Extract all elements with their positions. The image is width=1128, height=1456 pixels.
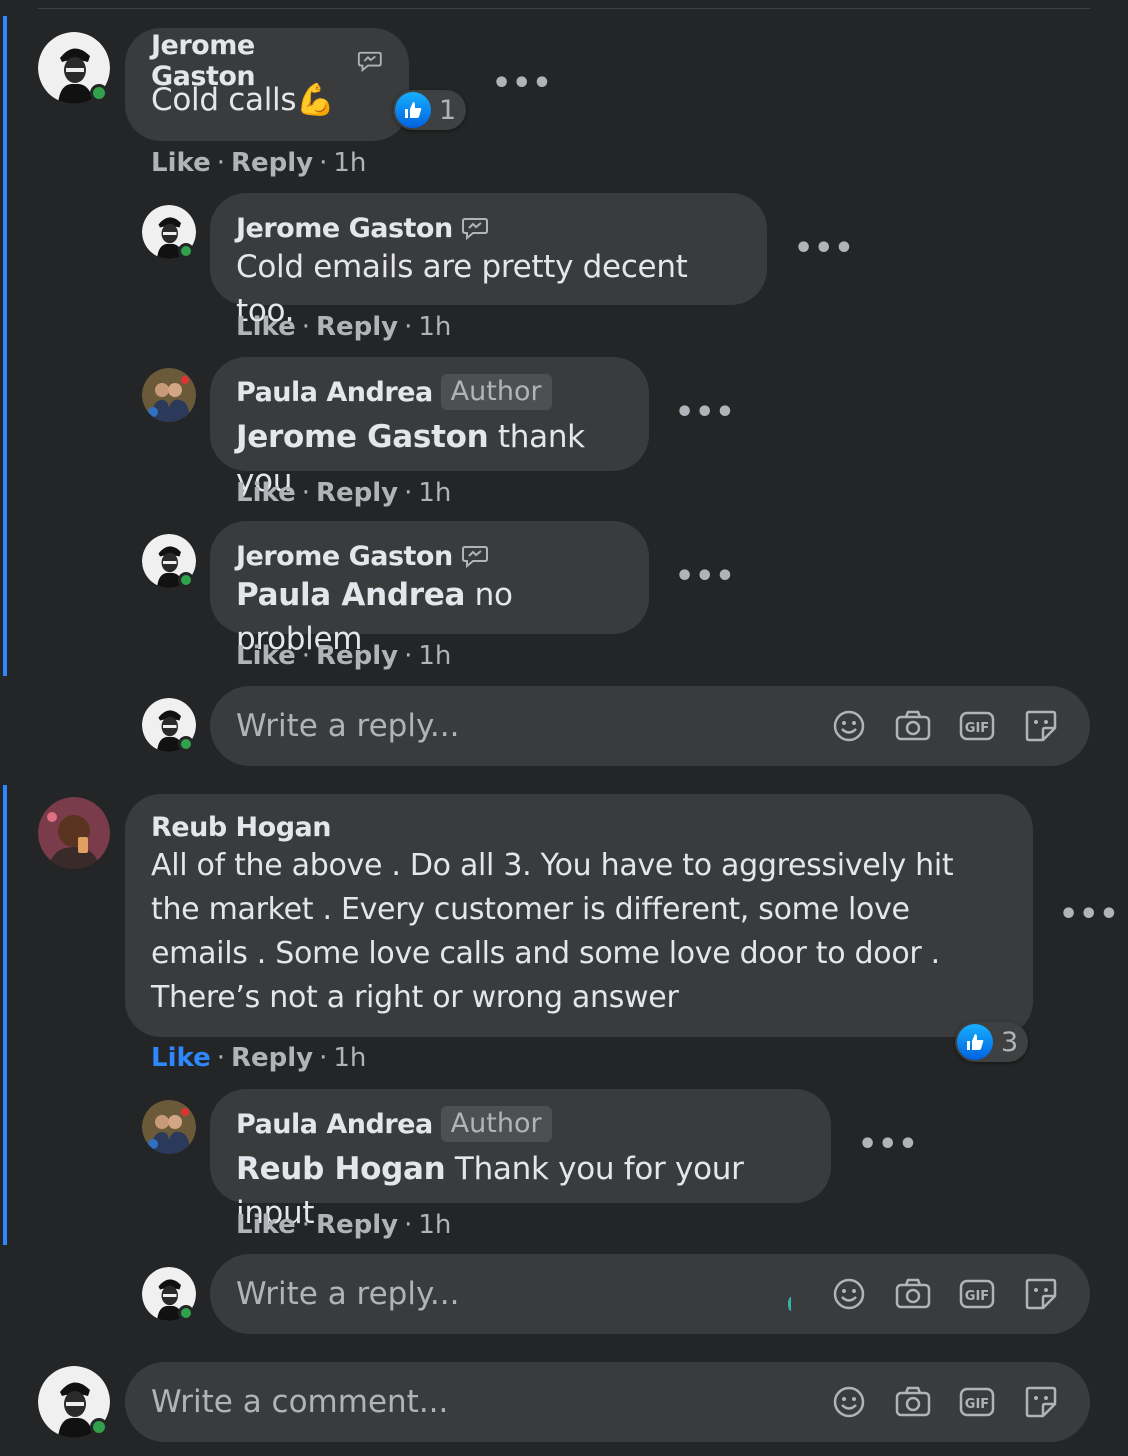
camera-icon[interactable] <box>894 1383 932 1421</box>
like-button[interactable]: Like <box>151 1043 211 1073</box>
reply-composer: GIF <box>210 1254 1090 1334</box>
sticker-icon[interactable] <box>1022 707 1060 745</box>
more-options-icon[interactable]: ••• <box>492 66 553 101</box>
reply-input[interactable] <box>236 708 830 744</box>
messenger-chat-icon <box>358 51 383 73</box>
sticker-icon[interactable] <box>1022 1383 1060 1421</box>
comment-input[interactable] <box>151 1384 830 1420</box>
reply-input[interactable] <box>236 1276 830 1312</box>
loading-spinner-icon <box>788 1297 794 1311</box>
messenger-chat-icon <box>461 546 488 568</box>
author-badge: Author <box>440 374 552 410</box>
mention-link[interactable]: Jerome Gaston <box>236 419 489 455</box>
camera-icon[interactable] <box>894 707 932 745</box>
reply-bubble: Jerome Gaston Paula Andrea no problem <box>210 521 649 657</box>
gif-icon[interactable]: GIF <box>958 1383 996 1421</box>
reply-composer: GIF <box>210 686 1090 766</box>
like-button[interactable]: Like <box>236 478 296 508</box>
reply-bubble: Paula Andrea Author Reub Hogan Thank you… <box>210 1089 831 1231</box>
reaction-count[interactable]: 3 <box>955 1022 1029 1062</box>
reply-button[interactable]: Reply <box>316 478 398 508</box>
comment-author[interactable]: Jerome Gaston <box>236 213 453 244</box>
online-status-icon <box>178 572 194 588</box>
timestamp[interactable]: 1h <box>333 148 366 178</box>
more-options-icon[interactable]: ••• <box>1059 897 1120 932</box>
svg-text:GIF: GIF <box>965 1289 989 1304</box>
reply-button[interactable]: Reply <box>231 148 313 178</box>
comment-bubble: Jerome Gaston Cold calls💪 <box>125 28 409 141</box>
like-button[interactable]: Like <box>151 148 211 178</box>
timestamp[interactable]: 1h <box>418 478 451 508</box>
timestamp[interactable]: 1h <box>418 641 451 671</box>
avatar-jerome-gaston[interactable] <box>142 534 196 588</box>
comment-actions: Like · Reply · 1h <box>236 478 452 508</box>
author-badge: Author <box>440 1106 552 1142</box>
comment-author[interactable]: Reub Hogan <box>151 812 331 843</box>
comment-bubble: Reub Hogan All of the above . Do all 3. … <box>125 794 1033 1037</box>
top-divider <box>38 8 1090 9</box>
gif-icon[interactable]: GIF <box>958 1275 996 1313</box>
avatar-current-user <box>142 1267 196 1321</box>
timestamp[interactable]: 1h <box>418 312 451 342</box>
avatar-paula-andrea[interactable] <box>142 368 196 422</box>
sticker-icon[interactable] <box>1022 1275 1060 1313</box>
online-status-icon <box>178 736 194 752</box>
gif-icon[interactable]: GIF <box>958 707 996 745</box>
flexed-biceps-emoji: 💪 <box>296 82 335 118</box>
more-options-icon[interactable]: ••• <box>675 395 736 430</box>
timestamp[interactable]: 1h <box>333 1043 366 1073</box>
emoji-icon[interactable] <box>830 1275 868 1313</box>
more-options-icon[interactable]: ••• <box>858 1127 919 1162</box>
comment-author[interactable]: Jerome Gaston <box>236 541 453 572</box>
more-options-icon[interactable]: ••• <box>794 231 855 266</box>
avatar-jerome-gaston[interactable] <box>142 205 196 259</box>
comment-author[interactable]: Paula Andrea <box>236 1109 433 1140</box>
comment-actions: Like · Reply · 1h <box>236 1210 452 1240</box>
online-status-icon <box>90 1418 108 1436</box>
camera-icon[interactable] <box>894 1275 932 1313</box>
avatar-reub-hogan[interactable] <box>38 797 110 869</box>
avatar-current-user <box>142 698 196 752</box>
more-options-icon[interactable]: ••• <box>675 559 736 594</box>
reply-button[interactable]: Reply <box>316 1210 398 1240</box>
mention-link[interactable]: Reub Hogan <box>236 1151 446 1187</box>
reply-button[interactable]: Reply <box>316 312 398 342</box>
reply-button[interactable]: Reply <box>231 1043 313 1073</box>
svg-text:GIF: GIF <box>965 1397 989 1412</box>
avatar-jerome-gaston[interactable] <box>38 32 110 104</box>
comment-actions: Like · Reply · 1h <box>236 312 452 342</box>
avatar-paula-andrea[interactable] <box>142 1100 196 1154</box>
svg-text:GIF: GIF <box>965 721 989 736</box>
emoji-icon[interactable] <box>830 707 868 745</box>
reply-bubble: Paula Andrea Author Jerome Gaston thank … <box>210 357 649 499</box>
reaction-count[interactable]: 1 <box>393 90 467 130</box>
online-status-icon <box>90 84 108 102</box>
comment-author[interactable]: Paula Andrea <box>236 377 433 408</box>
thread-line <box>3 16 7 676</box>
like-button[interactable]: Like <box>236 312 296 342</box>
comment-composer: GIF <box>125 1362 1090 1442</box>
like-thumb-icon <box>395 92 431 128</box>
like-button[interactable]: Like <box>236 641 296 671</box>
comment-actions: Like · Reply · 1h <box>151 1043 367 1073</box>
avatar-current-user <box>38 1366 110 1438</box>
messenger-chat-icon <box>461 218 488 240</box>
mention-link[interactable]: Paula Andrea <box>236 577 465 613</box>
reply-bubble: Jerome Gaston Cold emails are pretty dec… <box>210 193 767 329</box>
like-button[interactable]: Like <box>236 1210 296 1240</box>
comment-actions: Like · Reply · 1h <box>236 641 452 671</box>
thread-line <box>3 785 7 1245</box>
reply-button[interactable]: Reply <box>316 641 398 671</box>
timestamp[interactable]: 1h <box>418 1210 451 1240</box>
online-status-icon <box>178 1305 194 1321</box>
comment-text: All of the above . Do all 3. You have to… <box>151 848 954 1015</box>
emoji-icon[interactable] <box>830 1383 868 1421</box>
like-thumb-icon <box>957 1024 993 1060</box>
comment-actions: Like · Reply · 1h <box>151 148 367 178</box>
online-status-icon <box>178 243 194 259</box>
